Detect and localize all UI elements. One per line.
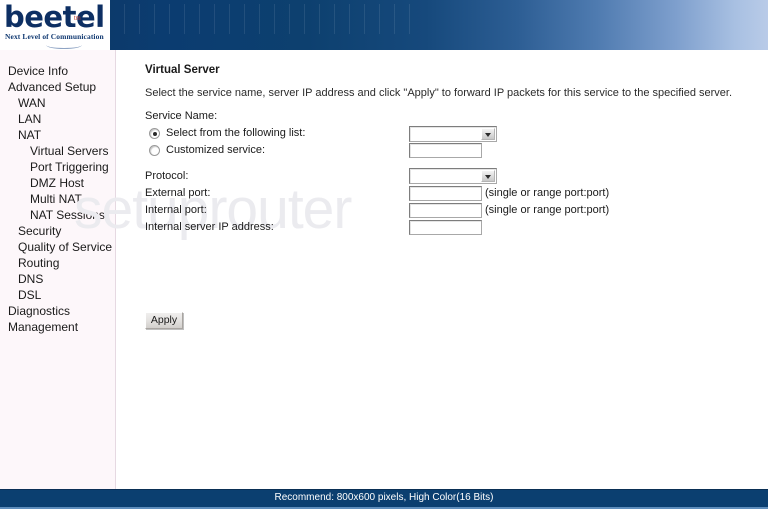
sidebar-item-management[interactable]: Management xyxy=(0,319,115,335)
internal-server-ip-input[interactable] xyxy=(409,220,482,235)
chevron-down-icon xyxy=(481,170,495,182)
sidebar-item-advanced-setup[interactable]: Advanced Setup xyxy=(0,79,115,95)
internal-port-label: Internal port: xyxy=(145,204,207,216)
main-content: setuprouter Virtual Server Select the se… xyxy=(74,50,768,492)
sidebar-item-port-triggering[interactable]: Port Triggering xyxy=(0,159,115,175)
brand-logo: beetel tm Next Level of Communication xyxy=(0,0,110,51)
page-description: Select the service name, server IP addre… xyxy=(145,87,733,99)
protocol-select[interactable] xyxy=(409,168,497,184)
customized-service-input[interactable] xyxy=(409,143,482,158)
brand-tagline: Next Level of Communication xyxy=(5,32,104,41)
radio-select-from-list[interactable] xyxy=(149,128,160,139)
radio-customized-service[interactable] xyxy=(149,145,160,156)
protocol-label: Protocol: xyxy=(145,170,189,182)
chevron-down-icon xyxy=(481,128,495,140)
trademark-mark: tm xyxy=(74,16,81,22)
sidebar-item-routing[interactable]: Routing xyxy=(0,255,115,271)
sidebar-item-diagnostics[interactable]: Diagnostics xyxy=(0,303,115,319)
sidebar-item-wan[interactable]: WAN xyxy=(0,95,115,111)
header-banner xyxy=(110,0,768,51)
internal-port-input[interactable] xyxy=(409,203,482,218)
service-name-label: Service Name: xyxy=(145,110,218,122)
sidebar-item-device-info[interactable]: Device Info xyxy=(0,63,115,79)
external-port-input[interactable] xyxy=(409,186,482,201)
sidebar-item-nat[interactable]: NAT xyxy=(0,127,115,143)
external-port-label: External port: xyxy=(145,187,211,199)
sidebar-item-dsl[interactable]: DSL xyxy=(0,287,115,303)
banner-stripe-decoration xyxy=(110,4,410,34)
footer-recommendation-text: Recommend: 800x600 pixels, High Color(16… xyxy=(274,492,494,503)
radio-selected-dot xyxy=(152,131,157,136)
service-name-select[interactable] xyxy=(409,126,497,142)
internal-server-ip-label: Internal server IP address: xyxy=(145,221,274,233)
logo-swoosh-decoration xyxy=(46,41,82,49)
internal-port-hint: (single or range port:port) xyxy=(485,204,610,216)
sidebar: Device Info Advanced Setup WAN LAN NAT Virtua… xyxy=(0,50,116,492)
apply-button[interactable]: Apply xyxy=(145,312,183,329)
customized-service-label: Customized service: xyxy=(166,144,266,156)
page-title: Virtual Server xyxy=(145,64,220,76)
select-from-list-label: Select from the following list: xyxy=(166,127,306,139)
brand-name: beetel xyxy=(4,0,105,34)
page-header: beetel tm Next Level of Communication xyxy=(0,0,768,51)
page-footer: Recommend: 800x600 pixels, High Color(16… xyxy=(0,489,768,509)
sidebar-item-dns[interactable]: DNS xyxy=(0,271,115,287)
sidebar-item-lan[interactable]: LAN xyxy=(0,111,115,127)
sidebar-item-virtual-servers[interactable]: Virtual Servers xyxy=(0,143,115,159)
external-port-hint: (single or range port:port) xyxy=(485,187,610,199)
